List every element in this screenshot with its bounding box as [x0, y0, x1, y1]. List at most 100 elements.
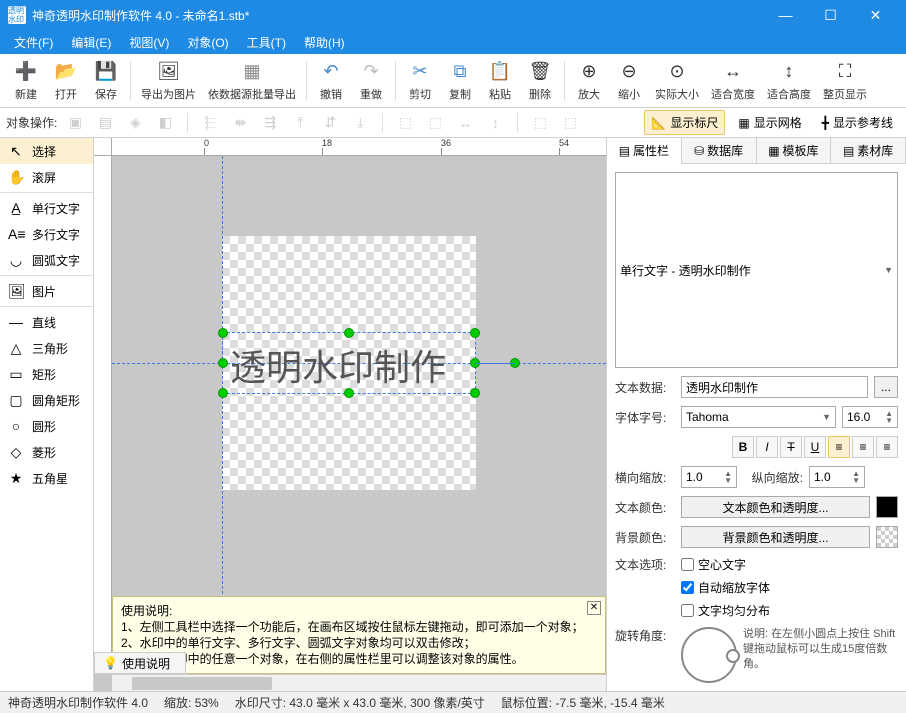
italic-button[interactable]: I	[756, 436, 778, 458]
align-center-button[interactable]: ≡	[852, 436, 874, 458]
tool-滚屏[interactable]: ✋滚屏	[0, 164, 93, 190]
tool-圆形[interactable]: ○圆形	[0, 413, 93, 439]
layer2-icon[interactable]: ◧	[153, 111, 177, 135]
tool-菱形[interactable]: ◇菱形	[0, 439, 93, 465]
strike-button[interactable]: T	[780, 436, 802, 458]
tab-templates[interactable]: ▦模板库	[757, 138, 832, 163]
textcolor-button[interactable]: 文本颜色和透明度...	[681, 496, 870, 518]
menubar: 文件(F)编辑(E)视图(V)对象(O)工具(T)帮助(H)	[0, 30, 906, 54]
toolbar-依数据源批量导出[interactable]: ▦依数据源批量导出	[202, 56, 302, 106]
same-w-icon[interactable]: ↔	[453, 111, 477, 135]
bgcolor-button[interactable]: 背景颜色和透明度...	[681, 526, 870, 548]
object-selector[interactable]: 单行文字 - 透明水印制作▼	[615, 172, 898, 368]
same-h-icon[interactable]: ↕	[483, 111, 507, 135]
toolbar-实际大小[interactable]: ⊙实际大小	[649, 56, 705, 106]
menu-item[interactable]: 工具(T)	[239, 32, 294, 53]
tool-圆弧文字[interactable]: ◡圆弧文字	[0, 247, 93, 273]
bgcolor-swatch[interactable]	[876, 526, 898, 548]
usage-button[interactable]: 💡使用说明	[94, 652, 186, 674]
close-button[interactable]: ✕	[853, 0, 898, 30]
align-top-icon[interactable]: ⤒	[288, 111, 312, 135]
handle-se[interactable]	[470, 388, 480, 398]
handle-nw[interactable]	[218, 328, 228, 338]
menu-item[interactable]: 文件(F)	[6, 32, 61, 53]
toolbar-放大[interactable]: ⊕放大	[569, 56, 609, 106]
toolbar-整页显示[interactable]: ⛶整页显示	[817, 56, 873, 106]
font-name-combo[interactable]: Tahoma▼	[681, 406, 836, 428]
maximize-button[interactable]: ☐	[808, 0, 853, 30]
dist-v-icon[interactable]: ⬚	[423, 111, 447, 135]
toolbar-剪切[interactable]: ✂剪切	[400, 56, 440, 106]
align-left-button[interactable]: ≡	[828, 436, 850, 458]
tab-assets[interactable]: ▤素材库	[831, 138, 906, 163]
handle-n[interactable]	[344, 328, 354, 338]
align-bottom-icon[interactable]: ⤓	[348, 111, 372, 135]
textcolor-swatch[interactable]	[876, 496, 898, 518]
handle-w[interactable]	[218, 358, 228, 368]
toolbar-新建[interactable]: ➕新建	[6, 56, 46, 106]
opt-hollow-checkbox[interactable]: 空心文字	[681, 556, 770, 573]
ungroup-icon[interactable]: ⬚	[558, 111, 582, 135]
layer-down-icon[interactable]: ▤	[93, 111, 117, 135]
tool-单行文字[interactable]: A̲单行文字	[0, 195, 93, 221]
opt-autoscale-checkbox[interactable]: 自动缩放字体	[681, 579, 770, 596]
align-left-icon[interactable]: ⬱	[198, 111, 222, 135]
group-icon[interactable]: ⬚	[528, 111, 552, 135]
tab-properties[interactable]: ▤属性栏	[607, 138, 682, 164]
menu-item[interactable]: 对象(O)	[179, 32, 236, 53]
tool-直线[interactable]: ―直线	[0, 309, 93, 335]
toolbar-撤销[interactable]: ↶撤销	[311, 56, 351, 106]
align-center-icon[interactable]: ⇼	[228, 111, 252, 135]
font-size-spinner[interactable]: 16.0▲▼	[842, 406, 898, 428]
toolbar-导出为图片[interactable]: 🖼导出为图片	[135, 56, 202, 106]
toolbar-重做[interactable]: ↷重做	[351, 56, 391, 106]
toolbar-适合宽度[interactable]: ↔适合宽度	[705, 56, 761, 106]
align-right-icon[interactable]: ⇶	[258, 111, 282, 135]
toolbar-复制[interactable]: ⧉复制	[440, 56, 480, 106]
handle-sw[interactable]	[218, 388, 228, 398]
toolbar-适合高度[interactable]: ↕适合高度	[761, 56, 817, 106]
app-logo: 透明 水印	[8, 6, 26, 24]
statusbar: 神奇透明水印制作软件 4.0 缩放: 53% 水印尺寸: 43.0 毫米 x 4…	[0, 691, 906, 713]
toggle-grid[interactable]: ▦显示网格	[731, 110, 808, 135]
vscale-label: 纵向缩放:	[743, 469, 803, 486]
toolbar-缩小[interactable]: ⊖缩小	[609, 56, 649, 106]
bold-button[interactable]: B	[732, 436, 754, 458]
text-data-input[interactable]: 透明水印制作	[681, 376, 868, 398]
menu-item[interactable]: 编辑(E)	[63, 32, 119, 53]
toolbar-删除[interactable]: 🗑删除	[520, 56, 560, 106]
opt-even-checkbox[interactable]: 文字均匀分布	[681, 602, 770, 619]
toolbar-粘贴[interactable]: 📋粘贴	[480, 56, 520, 106]
tool-矩形[interactable]: ▭矩形	[0, 361, 93, 387]
canvas-area: 0183654 透明水印制作	[94, 138, 606, 691]
scrollbar-horizontal[interactable]	[112, 674, 606, 691]
tab-database[interactable]: ⛁数据库	[682, 138, 757, 163]
align-right-button[interactable]: ≡	[876, 436, 898, 458]
scrollbar-thumb[interactable]	[132, 677, 272, 690]
toggle-ruler[interactable]: 📐显示标尺	[644, 110, 725, 135]
tool-图片[interactable]: 🖼图片	[0, 278, 93, 304]
minimize-button[interactable]: ―	[763, 0, 808, 30]
align-middle-icon[interactable]: ⇵	[318, 111, 342, 135]
layer-up-icon[interactable]: ▣	[63, 111, 87, 135]
layer-icon[interactable]: ◈	[123, 111, 147, 135]
hint-close-button[interactable]: ✕	[587, 601, 601, 615]
vscale-spinner[interactable]: 1.0▲▼	[809, 466, 865, 488]
hscale-spinner[interactable]: 1.0▲▼	[681, 466, 737, 488]
tool-选择[interactable]: ↖选择	[0, 138, 93, 164]
underline-button[interactable]: U	[804, 436, 826, 458]
tool-圆角矩形[interactable]: ▢圆角矩形	[0, 387, 93, 413]
menu-item[interactable]: 视图(V)	[121, 32, 177, 53]
menu-item[interactable]: 帮助(H)	[296, 32, 353, 53]
toggle-guide[interactable]: ╋显示参考线	[815, 110, 900, 135]
text-more-button[interactable]: ...	[874, 376, 898, 398]
canvas-text-object[interactable]: 透明水印制作	[230, 339, 446, 391]
tool-三角形[interactable]: △三角形	[0, 335, 93, 361]
tool-多行文字[interactable]: A≡多行文字	[0, 221, 93, 247]
toolbar-保存[interactable]: 💾保存	[86, 56, 126, 106]
rotate-wheel[interactable]	[681, 627, 737, 683]
toolbar-打开[interactable]: 📂打开	[46, 56, 86, 106]
handle-ne[interactable]	[470, 328, 480, 338]
tool-五角星[interactable]: ★五角星	[0, 465, 93, 491]
dist-h-icon[interactable]: ⬚	[393, 111, 417, 135]
